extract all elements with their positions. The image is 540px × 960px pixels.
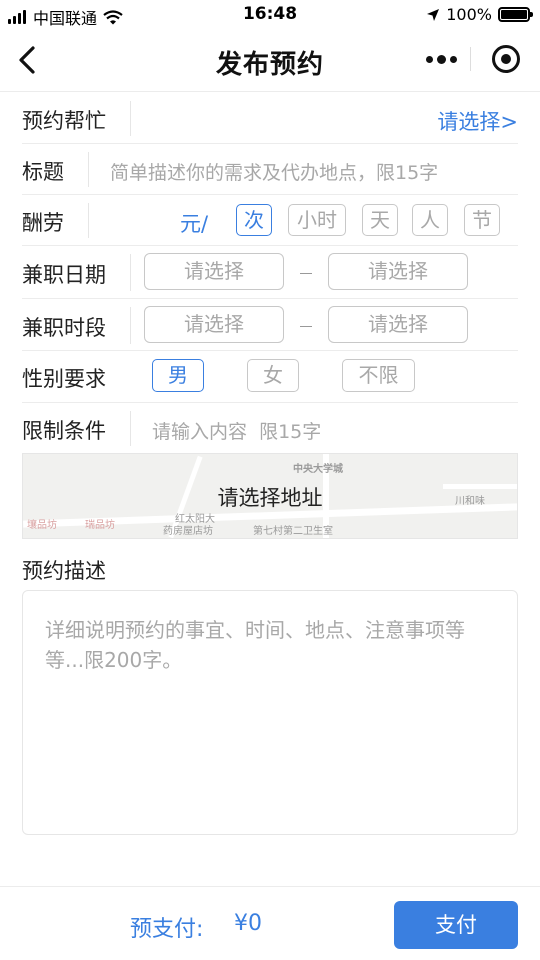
battery-percent: 100% [446, 5, 492, 24]
limit-row: 限制条件 请输入内容 限15字 [22, 403, 518, 453]
date-label: 兼职日期 [22, 263, 106, 287]
description-textarea[interactable]: 详细说明预约的事宜、时间、地点、注意事项等等...限200字。 [22, 590, 518, 835]
row-divider [130, 307, 131, 344]
time-end-picker[interactable]: 请选择 [328, 306, 468, 343]
row-divider [130, 254, 131, 291]
location-arrow-icon [427, 8, 440, 21]
map-label: 药房屋店坊 [163, 526, 213, 537]
row-divider [130, 411, 131, 446]
select-address-label: 请选择地址 [217, 486, 323, 510]
time-slot-row: 兼职时段 请选择 请选择 [22, 299, 518, 351]
reward-row: 酬劳 元/ 次 小时 天 人 节 [22, 195, 518, 246]
row-divider [88, 152, 89, 187]
battery-level [501, 10, 527, 19]
help-type-select[interactable]: 请选择> [437, 106, 518, 136]
description-title: 预约描述 [22, 559, 106, 583]
description-placeholder: 详细说明预约的事宜、时间、地点、注意事项等等...限200字。 [45, 618, 465, 672]
help-type-row[interactable]: 预约帮忙 请选择> [22, 93, 518, 144]
pay-button[interactable]: 支付 [394, 901, 518, 949]
address-map-picker[interactable]: 中央大学城 川和味 红太阳大 药房屋店坊 第七村第二卫生室 壤品坊 瑞品坊 请选… [22, 453, 518, 539]
map-label: 瑞品坊 [85, 520, 115, 531]
date-range-dash [300, 273, 312, 274]
row-divider [130, 101, 131, 136]
title-input[interactable]: 简单描述你的需求及代办地点，限15字 [110, 158, 438, 185]
mini-program-capsule [412, 39, 528, 79]
map-label: 第七村第二卫生室 [253, 526, 333, 537]
status-right: 100% [426, 5, 533, 24]
battery-icon [498, 7, 533, 22]
reward-unit-hour[interactable]: 小时 [288, 204, 346, 236]
limit-label: 限制条件 [22, 419, 106, 443]
time-slot-label: 兼职时段 [22, 316, 106, 340]
date-row: 兼职日期 请选择 请选择 [22, 246, 518, 299]
close-target-icon[interactable] [492, 45, 520, 73]
reward-unit-day[interactable]: 天 [362, 204, 398, 236]
reward-unit-person[interactable]: 人 [412, 204, 448, 236]
bottom-pay-bar: 预支付: ¥0 支付 [0, 886, 540, 960]
map-label: 壤品坊 [27, 520, 57, 531]
title-row: 标题 简单描述你的需求及代办地点，限15字 [22, 144, 518, 195]
row-divider [88, 203, 89, 238]
prepay-amount: ¥0 [234, 911, 262, 936]
reward-unit-per-time[interactable]: 次 [236, 204, 272, 236]
more-dots-icon[interactable] [426, 51, 457, 67]
prepay-label: 预支付: [130, 917, 204, 942]
gender-any-option[interactable]: 不限 [342, 359, 415, 392]
help-type-label: 预约帮忙 [22, 109, 106, 133]
reward-unit-session[interactable]: 节 [464, 204, 500, 236]
date-end-picker[interactable]: 请选择 [328, 253, 468, 290]
reward-label: 酬劳 [22, 211, 64, 235]
reward-unit-prefix: 元/ [180, 212, 209, 236]
time-start-picker[interactable]: 请选择 [144, 306, 284, 343]
date-start-picker[interactable]: 请选择 [144, 253, 284, 290]
gender-label: 性别要求 [22, 367, 106, 391]
gender-row: 性别要求 男 女 不限 [22, 351, 518, 403]
nav-bar: 发布预约 [0, 30, 540, 92]
map-label: 中央大学城 [293, 464, 343, 475]
time-range-dash [300, 326, 312, 327]
limit-input[interactable]: 请输入内容 限15字 [152, 417, 321, 444]
gender-female-option[interactable]: 女 [247, 359, 299, 392]
capsule-divider [470, 47, 471, 71]
gender-male-option[interactable]: 男 [152, 359, 204, 392]
status-bar: 中国联通 16:48 100% [0, 0, 540, 30]
title-label: 标题 [22, 160, 64, 184]
